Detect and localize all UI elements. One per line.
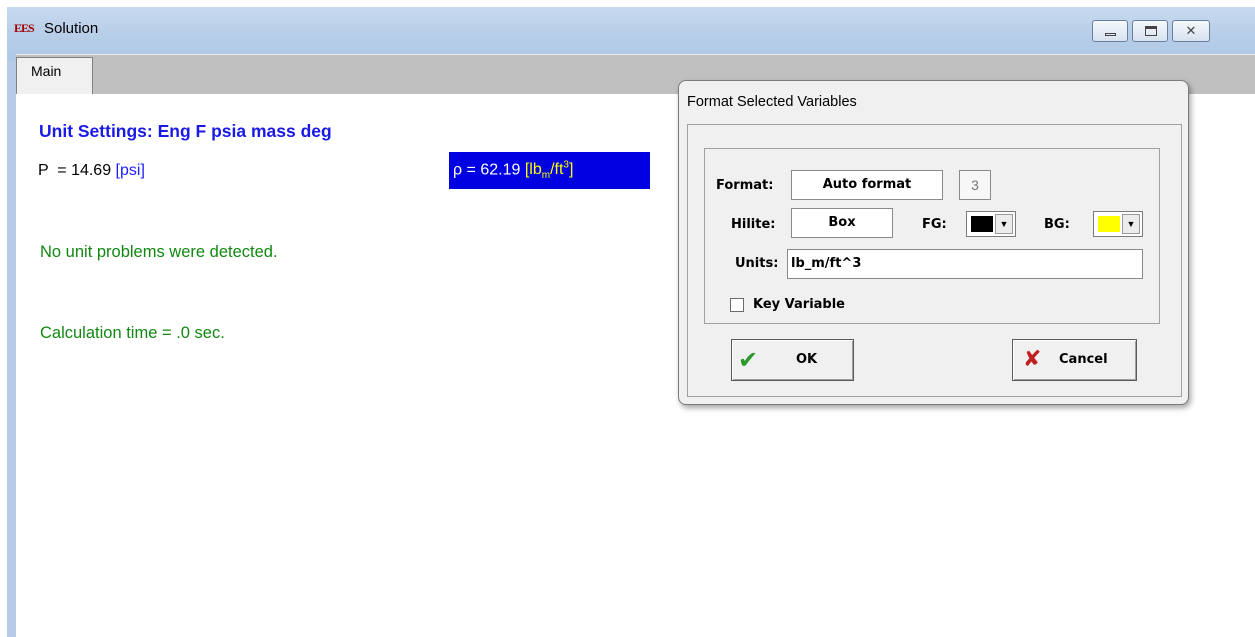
hilite-label: Hilite: [731,217,776,232]
rho-unit-mid: /ft [550,161,564,179]
tab-main[interactable]: Main [16,57,93,95]
hilite-select[interactable]: Box [791,208,893,238]
close-button[interactable]: ✕ [1172,20,1210,42]
rho-unit-base: [lb [524,161,542,179]
digits-field[interactable]: 3 [959,170,991,200]
bg-color-swatch [1098,216,1120,232]
x-icon: ✘ [1023,347,1042,372]
dropdown-arrow-icon[interactable]: ▼ [995,214,1013,234]
ok-button[interactable]: ✔ OK [731,339,854,381]
rho-unit-subscript: m [541,170,551,182]
bg-color-picker[interactable]: ▼ [1093,211,1143,237]
units-label: Units: [735,256,779,271]
unit-settings-heading: Unit Settings: Eng F psia mass deg [39,121,332,141]
variable-rho-selected[interactable]: ρ = 62.19 [lbm/ft3] [449,152,650,189]
dropdown-arrow-icon[interactable]: ▼ [1122,214,1140,234]
fg-color-picker[interactable]: ▼ [966,211,1016,237]
key-variable-label[interactable]: Key Variable [753,297,845,312]
cancel-button[interactable]: ✘ Cancel [1012,339,1137,381]
cancel-button-label: Cancel [1059,352,1108,367]
ok-button-label: OK [796,352,818,367]
calculation-time: Calculation time = .0 sec. [40,324,225,342]
key-variable-checkbox[interactable] [730,298,744,312]
title-bar[interactable] [7,7,1255,61]
maximize-button[interactable] [1132,20,1168,42]
window-left-border [7,61,16,637]
variable-rho-value: ρ = 62.19 [453,161,525,179]
format-select[interactable]: Auto format [791,170,943,200]
minimize-button[interactable] [1092,20,1128,42]
window-title: Solution [44,20,99,37]
close-icon: ✕ [1185,23,1197,38]
variable-rho-unit: [lbm/ft3] [524,160,574,182]
dialog-title: Format Selected Variables [687,94,857,110]
variable-p[interactable]: P = 14.69 [psi] [38,162,145,180]
variable-p-value: P = 14.69 [38,162,116,179]
variable-p-unit: [psi] [115,162,145,179]
ees-app-icon[interactable]: EES [14,18,42,38]
format-label: Format: [716,178,774,193]
fg-color-swatch [971,216,993,232]
maximize-icon [1145,26,1157,36]
unit-check-message: No unit problems were detected. [40,243,278,261]
checkmark-icon: ✔ [738,346,759,374]
bg-label: BG: [1044,217,1070,232]
minimize-icon [1105,33,1116,36]
units-input[interactable]: lb_m/ft^3 [787,249,1143,279]
rho-unit-close: ] [568,161,574,179]
fg-label: FG: [922,217,947,232]
